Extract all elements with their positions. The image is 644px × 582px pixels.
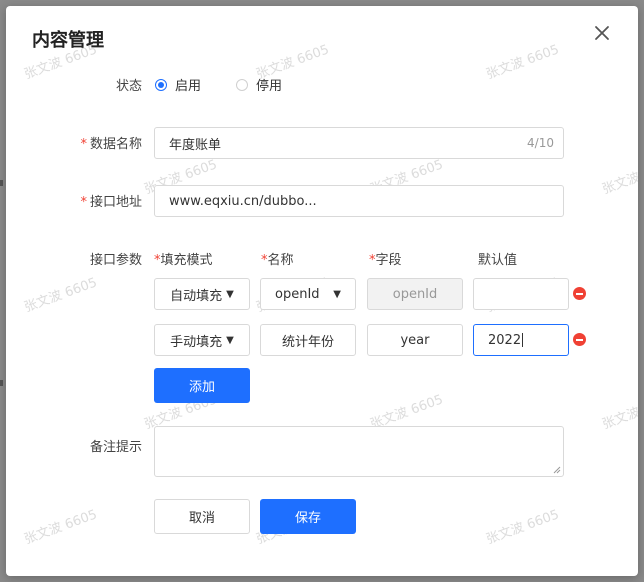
default-value: 2022 [488, 332, 522, 348]
required-asterisk: * [80, 137, 87, 152]
text-cursor [522, 333, 524, 347]
data-name-label: * 数据名称 [66, 133, 142, 152]
remark-label: 备注提示 [89, 440, 142, 455]
status-radio-disabled[interactable]: 停用 [236, 75, 282, 94]
data-name-label-text: 数据名称 [89, 137, 142, 152]
param-field-input[interactable]: year [367, 324, 463, 356]
api-address-label: * 接口地址 [66, 191, 142, 210]
field-value: openId [392, 286, 438, 302]
api-address-input[interactable]: www.eqxiu.cn/dubbo... [154, 185, 564, 217]
status-radio-enabled[interactable]: 启用 [155, 75, 201, 94]
select-value: 自动填充 [170, 288, 223, 304]
watermark: 张文波 6605 [600, 157, 638, 198]
backdrop-edge-mark [0, 180, 3, 186]
caret-down-icon: ▼ [333, 288, 341, 300]
data-name-input[interactable]: 年度账单 4/10 [154, 127, 564, 159]
watermark: 张文波 6605 [484, 42, 562, 83]
data-name-value: 年度账单 [169, 137, 222, 153]
col-header-name: *名称 [261, 249, 294, 268]
api-params-label: 接口参数 [89, 253, 142, 268]
param-name-input[interactable]: 统计年份 [260, 324, 356, 356]
char-counter: 4/10 [527, 136, 554, 150]
dialog-title: 内容管理 [32, 30, 104, 51]
col-header-fill-mode: *填充模式 [154, 249, 213, 268]
select-value: openId [275, 286, 320, 302]
content-management-dialog: 张文波 6605 张文波 6605 张文波 6605 张文波 6605 张文波 … [6, 6, 638, 576]
remark-textarea[interactable] [154, 426, 564, 477]
param-name-select[interactable]: openId ▼ [260, 278, 356, 310]
backdrop-edge-mark [0, 380, 3, 386]
param-default-input[interactable]: 2022 [473, 324, 569, 356]
add-param-button[interactable]: 添加 [154, 368, 250, 403]
close-icon[interactable] [592, 23, 612, 43]
fill-mode-select[interactable]: 自动填充 ▼ [154, 278, 250, 310]
watermark: 张文波 6605 [22, 275, 100, 316]
col-header-field: *字段 [369, 249, 402, 268]
col-header-text: 名称 [267, 253, 294, 268]
field-value: year [400, 332, 430, 348]
radio-checked-icon [155, 78, 167, 91]
cancel-button[interactable]: 取消 [154, 499, 250, 534]
remove-row-icon[interactable] [573, 287, 586, 300]
resize-handle-icon[interactable] [553, 466, 561, 474]
param-name-value: 统计年份 [281, 334, 334, 350]
api-address-value: www.eqxiu.cn/dubbo... [169, 193, 317, 209]
status-label: 状态 [115, 79, 142, 94]
fill-mode-select[interactable]: 手动填充 ▼ [154, 324, 250, 356]
remove-row-icon[interactable] [573, 333, 586, 346]
select-value: 手动填充 [170, 334, 223, 350]
caret-down-icon: ▼ [226, 288, 234, 300]
col-header-text: 字段 [375, 253, 402, 268]
required-asterisk: * [80, 195, 87, 210]
watermark: 张文波 6605 [484, 507, 562, 548]
radio-label: 停用 [256, 79, 283, 94]
param-field-input-disabled: openId [367, 278, 463, 310]
col-header-text: 填充模式 [160, 253, 213, 268]
caret-down-icon: ▼ [226, 334, 234, 346]
watermark: 张文波 6605 [600, 392, 638, 433]
watermark: 张文波 6605 [22, 507, 100, 548]
save-button[interactable]: 保存 [260, 499, 356, 534]
api-address-label-text: 接口地址 [89, 195, 142, 210]
radio-label: 启用 [175, 79, 202, 94]
param-default-input[interactable] [473, 278, 569, 310]
col-header-default: 默认值 [478, 253, 518, 268]
radio-unchecked-icon [236, 78, 248, 91]
